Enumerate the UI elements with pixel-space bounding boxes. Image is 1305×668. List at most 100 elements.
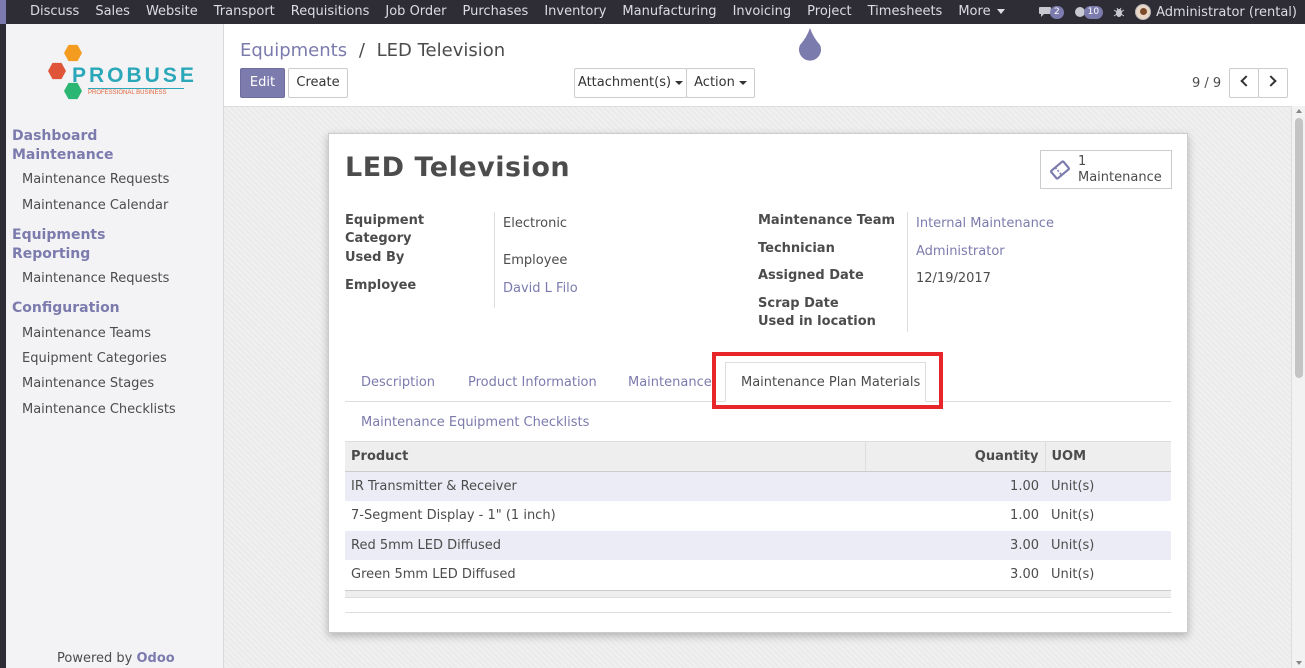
smart-button-text: 1 Maintenance (1078, 154, 1162, 186)
menu-transport[interactable]: Transport (206, 0, 283, 24)
menu-project[interactable]: Project (799, 0, 859, 24)
cell-product: 7-Segment Display - 1" (1 inch) (351, 508, 556, 524)
table-row[interactable]: Red 5mm LED Diffused 3.00 Unit(s) (345, 530, 1171, 560)
table-row[interactable]: Green 5mm LED Diffused 3.00 Unit(s) (345, 560, 1171, 590)
edit-button[interactable]: Edit (240, 68, 285, 98)
powered-by: Powered by Odoo (57, 651, 175, 666)
scrollbar[interactable] (1291, 106, 1305, 668)
tab-maintenance-equipment-checklists[interactable]: Maintenance Equipment Checklists (361, 415, 589, 430)
cell-quantity: 3.00 (1010, 567, 1039, 583)
create-button[interactable]: Create (288, 68, 348, 98)
menu-job-order[interactable]: Job Order (377, 0, 454, 24)
field-value-assigned-date: 12/19/2017 (916, 271, 991, 286)
field-label-technician: Technician (758, 241, 835, 256)
field-label-employee: Employee (345, 278, 417, 293)
debug-button[interactable] (1113, 6, 1125, 18)
table-footer-line (345, 612, 1171, 613)
cell-product: IR Transmitter & Receiver (345, 471, 865, 501)
column-header-product[interactable]: Product (345, 441, 865, 472)
cell-quantity: 1.00 (865, 471, 1045, 501)
chat-button[interactable]: 2 (1038, 5, 1064, 19)
menu-inventory[interactable]: Inventory (536, 0, 614, 24)
activity-button[interactable]: 10 (1074, 5, 1104, 19)
field-value-category: Electronic (503, 216, 568, 231)
scroll-down-icon[interactable] (1296, 661, 1302, 665)
materials-table: Product Quantity UOM IR Transmitter & Re… (345, 441, 1171, 590)
sidebar-edge (0, 24, 6, 668)
pager-previous-button[interactable] (1229, 68, 1259, 98)
cell-product: Green 5mm LED Diffused (351, 567, 516, 583)
menu-timesheets[interactable]: Timesheets (860, 0, 951, 24)
user-name: Administrator (rental) (1156, 4, 1297, 20)
breadcrumb-current: LED Television (376, 40, 506, 61)
cell-uom: Unit(s) (1051, 567, 1095, 583)
field-label-line: Category (345, 231, 412, 246)
field-value-used-by: Employee (503, 253, 568, 268)
sidebar-section-configuration[interactable]: Configuration (12, 299, 120, 318)
menu-invoicing[interactable]: Invoicing (725, 0, 800, 24)
cell-uom: Unit(s) (1051, 508, 1095, 524)
logo-hex-icon (48, 62, 66, 80)
sidebar-section-title-line: Dashboard (12, 128, 98, 144)
caret-down-icon (996, 9, 1005, 14)
field-value-maintenance-team[interactable]: Internal Maintenance (916, 216, 1054, 231)
field-value-technician[interactable]: Administrator (916, 244, 1005, 259)
column-header-uom[interactable]: UOM (1044, 441, 1171, 472)
caret-down-icon (738, 80, 747, 85)
sidebar-item-maintenance-stages[interactable]: Maintenance Stages (22, 376, 154, 391)
attachments-dropdown[interactable]: Attachment(s) (574, 68, 687, 98)
menu-more-label: More (958, 4, 991, 19)
sidebar-section-title-line: Reporting (12, 246, 91, 262)
maintenance-smart-button[interactable]: 1 Maintenance (1040, 150, 1172, 189)
company-logo[interactable]: PROBUSE PROFESSIONAL BUSINESS (46, 42, 194, 114)
user-menu[interactable]: Administrator (rental) (1135, 4, 1297, 20)
scroll-up-icon[interactable] (1296, 109, 1302, 113)
sidebar-item-equipment-categories[interactable]: Equipment Categories (22, 351, 167, 366)
sidebar-section-dashboard[interactable]: Dashboard Maintenance (12, 127, 114, 165)
breadcrumb-parent[interactable]: Equipments (240, 40, 347, 61)
menu-requisitions[interactable]: Requisitions (283, 0, 378, 24)
scrollbar-thumb[interactable] (1295, 118, 1303, 378)
systray: 2 10 Administrator (rental) (1038, 0, 1297, 24)
avatar (1135, 4, 1152, 20)
menu-discuss[interactable]: Discuss (22, 0, 87, 24)
drop-decoration-right (796, 27, 824, 61)
logo-name: PROBUSE (72, 64, 197, 87)
menu-purchases[interactable]: Purchases (455, 0, 537, 24)
table-row[interactable]: IR Transmitter & Receiver 1.00 Unit(s) (345, 471, 1171, 501)
odoo-link[interactable]: Odoo (137, 651, 175, 666)
logo-tagline: PROFESSIONAL BUSINESS (88, 88, 184, 96)
pager-next-button[interactable] (1258, 68, 1288, 98)
menu-website[interactable]: Website (138, 0, 206, 24)
sidebar-item-maintenance-teams[interactable]: Maintenance Teams (22, 326, 151, 341)
sidebar-item-maintenance-calendar[interactable]: Maintenance Calendar (22, 198, 168, 213)
sidebar-item-maintenance-requests[interactable]: Maintenance Requests (22, 172, 169, 187)
chevron-right-icon (1265, 75, 1277, 87)
field-label-scrap-date: Scrap Date (758, 296, 839, 311)
tab-maintenance[interactable]: Maintenance (628, 375, 712, 390)
app-menu: Discuss Sales Website Transport Requisit… (0, 0, 1013, 24)
cell-uom: Unit(s) (1045, 471, 1171, 501)
tab-description[interactable]: Description (361, 375, 435, 390)
field-label-equipment-category: Equipment Category (345, 212, 424, 248)
pager-value[interactable]: 9 / 9 (1192, 76, 1221, 91)
menu-manufacturing[interactable]: Manufacturing (614, 0, 724, 24)
sidebar-item-reporting-requests[interactable]: Maintenance Requests (22, 271, 169, 286)
column-header-quantity[interactable]: Quantity (864, 441, 1045, 472)
action-dropdown[interactable]: Action (686, 68, 755, 98)
menu-sales[interactable]: Sales (87, 0, 138, 24)
table-footer (345, 590, 1171, 598)
table-row[interactable]: 7-Segment Display - 1" (1 inch) 1.00 Uni… (345, 501, 1171, 531)
sidebar-item-maintenance-checklists[interactable]: Maintenance Checklists (22, 402, 176, 417)
top-navbar: Discuss Sales Website Transport Requisit… (0, 0, 1305, 24)
ticket-icon (1049, 160, 1071, 180)
field-value-employee[interactable]: David L Filo (503, 281, 578, 296)
chevron-left-icon (1240, 75, 1252, 87)
sidebar-section-reporting[interactable]: Equipments Reporting (12, 226, 105, 264)
action-label: Action (694, 75, 735, 90)
logo-hex-icon (64, 44, 82, 62)
menu-more[interactable]: More (950, 0, 1012, 24)
tab-product-information[interactable]: Product Information (468, 375, 597, 390)
cell-quantity: 1.00 (1010, 508, 1039, 524)
field-label-line: Equipment (345, 213, 425, 228)
